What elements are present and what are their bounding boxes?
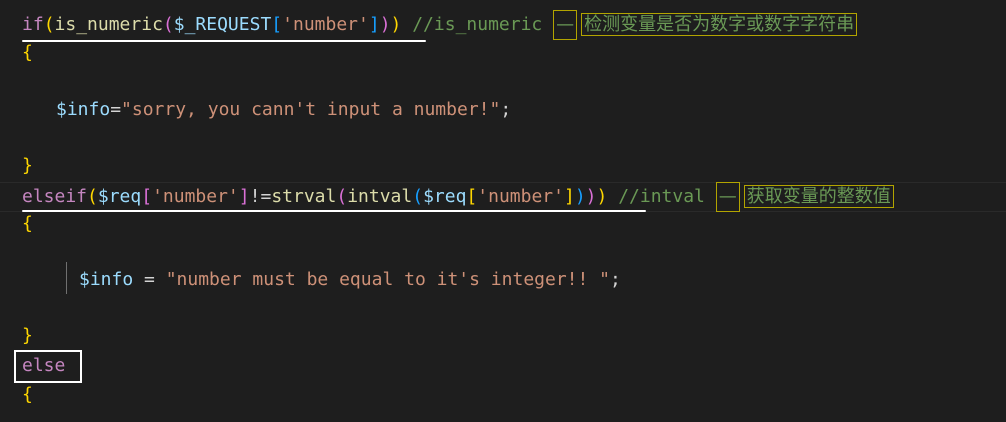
code-line-5[interactable]: elseif($req['number']!=strval(intval($re… [22,182,894,212]
operator-not-equal: != [249,186,272,207]
brace: { [22,42,33,63]
brace: } [22,155,33,176]
variable-request: $_REQUEST [173,14,272,35]
keyword-elseif: elseif [22,186,88,207]
bracket: ] [563,186,575,207]
variable-req: $req [423,186,467,207]
comment-chinese: 获取变量的整数值 [743,185,894,208]
keyword-if: if [22,14,44,35]
function-strval: strval [271,186,337,207]
function-is-numeric: is_numeric [54,14,163,35]
bracket: [ [466,186,478,207]
code-line-3[interactable]: $info="sorry, you cann't input a number!… [56,96,511,124]
operator-assign: = [133,269,166,290]
code-line-6[interactable]: { [22,210,33,238]
bracket: [ [141,186,153,207]
paren: ( [87,186,98,207]
bracket: [ [271,14,283,35]
comment: //intval [618,186,705,207]
code-line-1[interactable]: if(is_numeric($_REQUEST['number'])) //is… [22,10,858,40]
brace: { [22,213,33,234]
annotation-underline-if-condition [22,40,426,42]
code-line-4[interactable]: } [22,152,33,180]
comment: //is_numeric [412,14,543,35]
string-number: 'number' [152,186,239,207]
semicolon: ; [500,99,512,120]
string-number: 'number' [282,14,369,35]
bracket: ] [368,14,380,35]
string-literal: "number must be equal to it's integer!! … [165,269,611,290]
string-literal: "sorry, you cann't input a number!" [121,99,501,120]
comment-dash: — [715,182,740,212]
indent-guide [66,262,67,294]
code-editor[interactable]: if(is_numeric($_REQUEST['number'])) //is… [0,0,1006,422]
variable-req: $req [97,186,142,207]
variable-info: $info [56,99,111,120]
code-line-8[interactable]: } [22,322,33,350]
code-line-7[interactable]: $info = "number must be equal to it's in… [79,266,621,294]
annotation-underline-elseif-condition [22,210,646,212]
brace: } [22,325,33,346]
function-intval: intval [347,186,413,207]
paren: ) [390,14,402,35]
operator-assign: = [110,99,122,120]
paren: ( [43,14,55,35]
bracket: ] [238,186,250,207]
code-line-10[interactable]: { [22,381,33,409]
string-number: 'number' [477,186,564,207]
comment-chinese: 检测变量是否为数字或数字字符串 [581,13,858,36]
paren: ( [162,14,174,35]
paren: ( [412,186,424,207]
brace: { [22,384,33,405]
code-line-2[interactable]: { [22,39,33,67]
variable-info: $info [79,269,134,290]
paren: ) [585,186,597,207]
paren: ) [596,186,608,207]
semicolon: ; [610,269,621,290]
paren: ) [379,14,391,35]
comment-dash: — [553,10,578,40]
paren: ) [574,186,586,207]
paren: ( [336,186,348,207]
annotation-box-else [14,350,82,383]
